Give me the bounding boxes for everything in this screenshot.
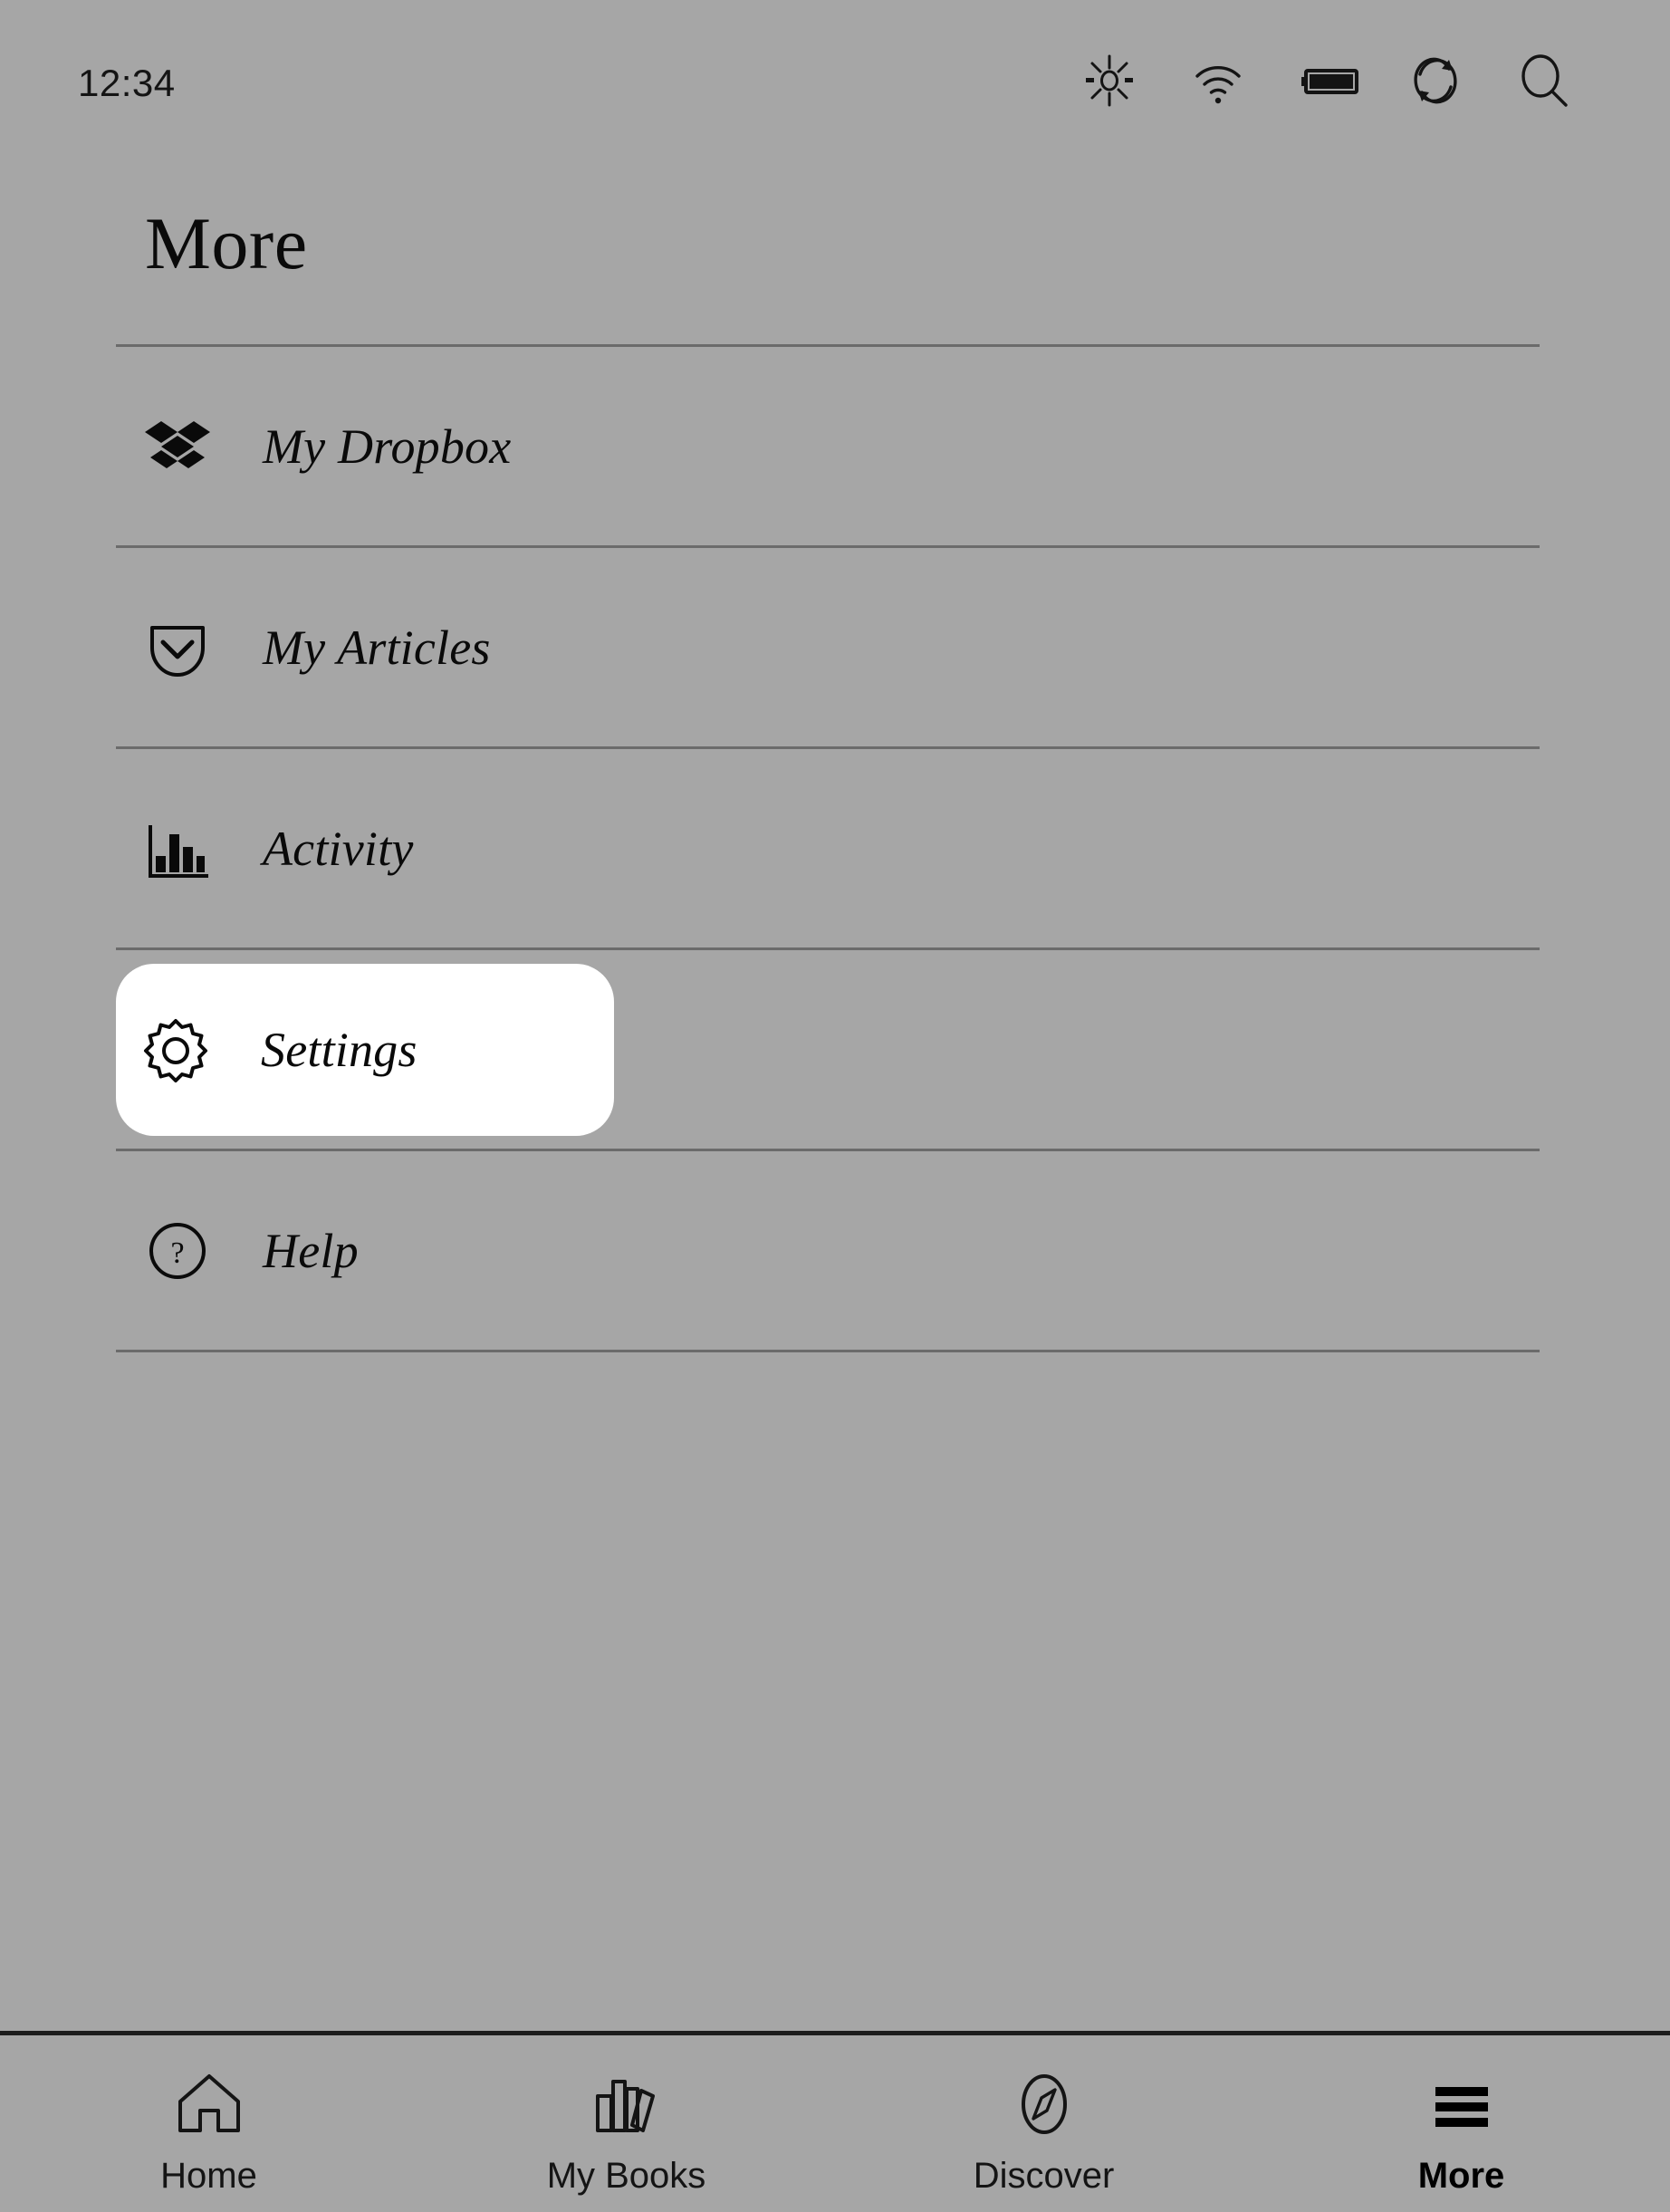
hamburger-icon [1427, 2065, 1496, 2136]
house-icon [175, 2065, 244, 2136]
bar-chart-icon [145, 816, 210, 881]
nav-item-label: Discover [974, 2156, 1115, 2197]
status-bar: 12:34 [0, 0, 1670, 136]
battery-icon[interactable] [1299, 53, 1355, 109]
nav-item-label: Home [160, 2156, 257, 2197]
menu-item-label: My Dropbox [263, 418, 511, 475]
page-title: More [145, 201, 308, 286]
status-clock: 12:34 [78, 62, 176, 105]
nav-item-more[interactable]: More [1252, 2035, 1670, 2212]
menu-item-help[interactable]: ? Help [0, 1151, 1670, 1350]
nav-item-my-books[interactable]: My Books [418, 2035, 835, 2212]
more-menu-list: My Dropbox My Articles [0, 344, 1670, 1352]
nav-item-home[interactable]: Home [0, 2035, 418, 2212]
status-bar-icons [1081, 53, 1572, 109]
menu-item-my-articles[interactable]: My Articles [0, 548, 1670, 746]
nav-item-label: My Books [547, 2156, 706, 2197]
books-icon [592, 2065, 661, 2136]
question-circle-icon: ? [145, 1218, 210, 1284]
wifi-icon[interactable] [1190, 53, 1246, 109]
nav-item-label: More [1418, 2156, 1505, 2197]
pocket-icon [145, 615, 210, 680]
menu-item-label: Help [263, 1223, 359, 1279]
menu-item-my-dropbox[interactable]: My Dropbox [0, 347, 1670, 545]
e-reader-screen: 12:34 [0, 0, 1670, 2212]
divider [116, 1350, 1540, 1352]
menu-item-label: Settings [261, 1022, 418, 1078]
bottom-navigation-bar: Home My Books [0, 2031, 1670, 2212]
gear-icon [143, 1017, 208, 1082]
brightness-icon[interactable] [1081, 53, 1137, 109]
svg-text:?: ? [170, 1236, 184, 1270]
dropbox-icon [145, 414, 210, 479]
search-icon[interactable] [1516, 53, 1572, 109]
menu-item-settings[interactable]: Settings [0, 950, 1670, 1149]
sync-icon[interactable] [1407, 53, 1464, 109]
compass-icon [1010, 2065, 1079, 2136]
nav-item-discover[interactable]: Discover [835, 2035, 1252, 2212]
menu-item-label: Activity [263, 821, 414, 877]
menu-item-label: My Articles [263, 620, 491, 676]
menu-item-activity[interactable]: Activity [0, 749, 1670, 947]
